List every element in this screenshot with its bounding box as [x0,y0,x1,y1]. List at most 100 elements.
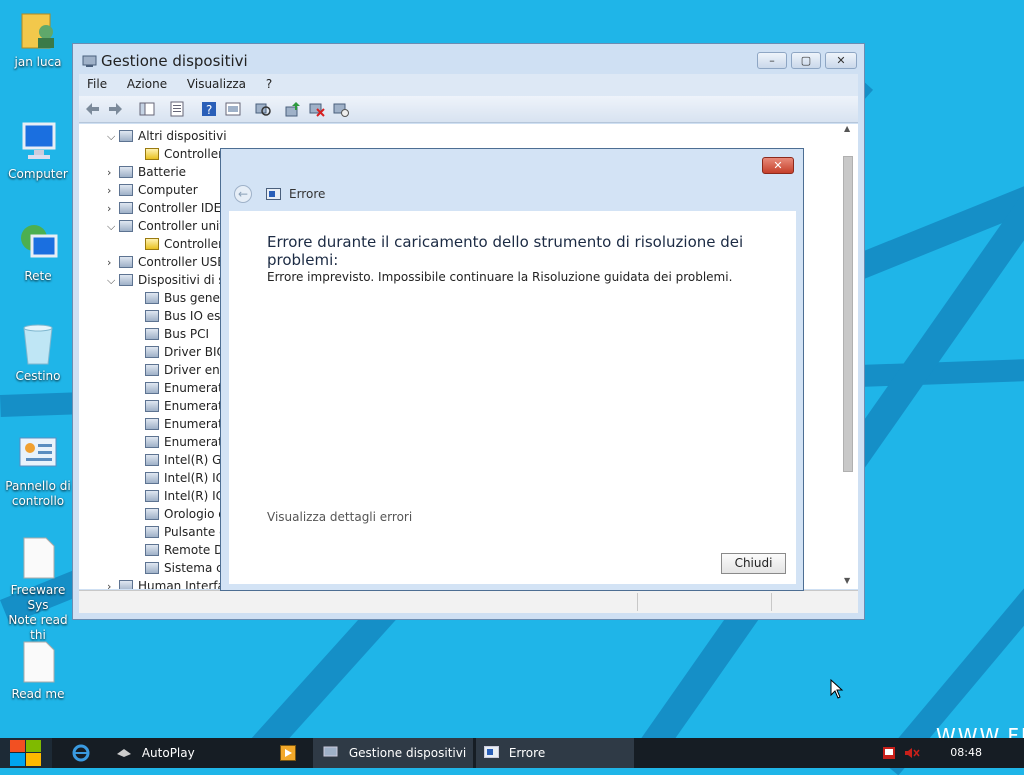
vertical-scrollbar[interactable]: ▲ ▼ [842,124,856,586]
tree-item[interactable]: Orologio d [145,505,226,523]
chiudi-button[interactable]: Chiudi [721,553,786,574]
enable-device-icon[interactable] [333,101,349,117]
collapse-chevron-icon[interactable]: ⌵ [107,272,119,290]
tree-item[interactable]: Enumerato [145,433,230,451]
device-icon [119,166,133,178]
tree-item[interactable]: Enumerato [145,415,230,433]
menu-bar: File Azione Visualizza ? [79,74,858,96]
back-arrow-icon[interactable]: ← [234,185,252,203]
desktop-icon-label: Rete [24,269,52,283]
tree-item[interactable]: Controller I [145,145,230,163]
taskbar-item-label: Errore [508,746,546,760]
tree-item[interactable]: ⌵ Altri dispositivi [107,127,227,145]
text-document-icon [16,536,60,580]
warning-device-icon [145,148,159,160]
update-driver-icon[interactable] [285,101,301,117]
device-icon [145,364,159,376]
tree-item-label: Altri dispositivi [138,129,227,143]
view-icon[interactable] [225,101,241,117]
help-icon[interactable]: ? [201,101,217,117]
svg-text:?: ? [206,103,212,117]
maximize-button[interactable]: ▢ [791,52,821,69]
start-button[interactable] [0,738,52,768]
tree-item[interactable]: Enumerato [145,397,230,415]
desktop-icon-label: Freeware Sys [10,583,66,612]
collapse-chevron-icon[interactable]: ⌵ [107,218,119,236]
text-document-icon [16,640,60,684]
device-icon [145,472,159,484]
desktop-icon-network[interactable]: Rete [0,222,76,284]
properties-icon[interactable] [169,101,185,117]
device-icon [145,310,159,322]
tree-item[interactable]: › Human Interfa [107,577,225,589]
scroll-up-arrow-icon[interactable]: ▲ [844,124,850,133]
minimize-button[interactable]: – [757,52,787,69]
tree-item[interactable]: Enumerato [145,379,230,397]
desktop-icon-user[interactable]: jan luca [0,8,76,70]
scroll-down-arrow-icon[interactable]: ▼ [844,576,850,585]
media-player-icon[interactable] [280,745,296,761]
back-arrow-icon[interactable] [85,101,101,117]
menu-visualizza[interactable]: Visualizza [179,74,254,94]
expand-chevron-icon[interactable]: › [107,182,119,200]
user-folder-icon [16,8,60,52]
scroll-thumb[interactable] [843,156,853,472]
collapse-chevron-icon[interactable]: ⌵ [107,128,119,146]
tree-item[interactable]: Bus PCI [145,325,209,343]
expand-chevron-icon[interactable]: › [107,254,119,272]
action-center-flag-icon[interactable] [882,746,896,760]
tree-item-label: Human Interfa [138,579,225,589]
troubleshooter-icon [484,739,499,758]
clock[interactable]: 08:48 [950,738,982,768]
mouse-cursor-icon [830,678,844,699]
desktop-icon-computer[interactable]: Computer [0,120,76,182]
uninstall-icon[interactable] [309,101,325,117]
taskbar-item-errore[interactable]: Errore [476,738,634,768]
tree-item[interactable]: ⌵ Controller unit [107,217,224,235]
device-icon [119,580,133,589]
tree-item[interactable]: Remote De [145,541,231,559]
device-icon [145,508,159,520]
device-manager-icon [82,54,98,68]
device-icon [119,202,133,214]
device-icon [145,544,159,556]
device-icon [145,490,159,502]
menu-file[interactable]: File [79,74,115,94]
taskbar-item-autoplay[interactable]: AutoPlay [108,738,264,768]
device-icon [145,454,159,466]
desktop-icon-freeware-note[interactable]: Freeware Sys Note read thi [0,536,76,643]
forward-arrow-icon[interactable] [107,101,123,117]
menu-azione[interactable]: Azione [119,74,175,94]
view-error-details-link[interactable]: Visualizza dettagli errori [267,510,412,524]
desktop-icon-control-panel[interactable]: Pannello di controllo [0,432,76,509]
device-icon [145,292,159,304]
tree-item[interactable]: › Controller IDE [107,199,221,217]
desktop-icon-read-me[interactable]: Read me [0,640,76,702]
menu-help[interactable]: ? [258,74,280,94]
expand-chevron-icon[interactable]: › [107,578,119,589]
close-button[interactable]: ✕ [825,52,857,69]
desktop-icon-recycle-bin[interactable]: Cestino [0,322,76,384]
internet-explorer-icon[interactable] [72,744,90,762]
taskbar-item-label: AutoPlay [141,746,195,760]
expand-chevron-icon[interactable]: › [107,200,119,218]
status-divider [637,593,638,611]
dialog-close-button[interactable]: ✕ [762,157,794,174]
toolbar: ? [79,96,858,123]
tree-item[interactable]: › Controller USB [107,253,225,271]
scan-hardware-icon[interactable] [255,101,271,117]
desktop-icon-label: jan luca [14,55,62,69]
tree-item-label: Bus PCI [164,327,210,341]
desktop-icon-label: Pannello di [5,479,71,493]
tree-item[interactable]: ⌵ Dispositivi di si [107,271,228,289]
show-hide-tree-icon[interactable] [139,101,155,117]
tree-item[interactable]: Sistema co [145,559,230,577]
volume-muted-icon[interactable] [904,746,920,760]
tree-item-label: Batterie [138,165,187,179]
expand-chevron-icon[interactable]: › [107,164,119,182]
taskbar-item-device-manager[interactable]: Gestione dispositivi [313,738,473,768]
warning-device-icon [145,238,159,250]
tree-item[interactable]: › Batterie [107,163,186,181]
device-icon [145,382,159,394]
tree-item[interactable]: › Computer [107,181,198,199]
